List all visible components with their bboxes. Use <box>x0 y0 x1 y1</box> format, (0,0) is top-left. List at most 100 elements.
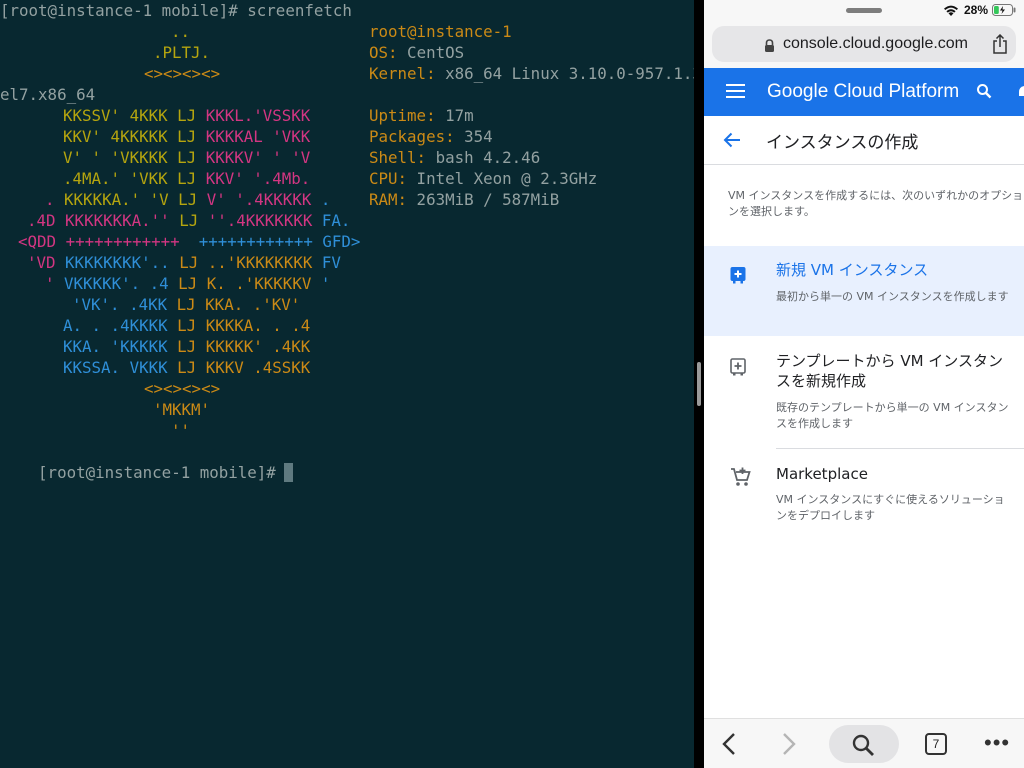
logo-segment: LJ <box>178 190 207 209</box>
logo-line: V' ' 'VKKKK LJ KKKKV' ' 'V <box>63 147 310 168</box>
wifi-icon <box>944 5 958 16</box>
hamburger-menu-icon[interactable] <box>726 83 746 99</box>
logo-segment: ..'KKKKKKKK <box>207 253 322 272</box>
logo-segment: LJ <box>177 169 206 188</box>
logo-segment: V' '.4KKKKK <box>206 190 321 209</box>
address-bar[interactable]: console.cloud.google.com <box>712 26 1016 62</box>
option-title: テンプレートから VM インスタンスを新規作成 <box>776 352 1003 390</box>
back-arrow-icon[interactable] <box>723 131 741 149</box>
logo-line: '' <box>171 420 190 441</box>
toolbar-search-button[interactable] <box>829 725 899 763</box>
logo-segment: VKKKKK'. .4 <box>64 274 179 293</box>
logo-segment: LJ <box>177 127 206 146</box>
logo-segment: .4MA.' 'VKK <box>63 169 178 188</box>
info-key: Kernel: <box>369 64 436 83</box>
page-subheader: インスタンスの作成 <box>704 116 1024 165</box>
logo-line: .. <box>171 21 190 42</box>
logo-segment: ''.4KKKKKKK <box>207 211 322 230</box>
status-bar: 28% <box>704 0 1024 22</box>
logo-segment: 'VK'. .4KK <box>72 295 177 314</box>
logo-segment: . <box>320 190 331 209</box>
terminal-cursor <box>283 463 293 482</box>
info-value: x86_64 Linux 3.10.0-957.1.3. <box>435 64 694 83</box>
url-text: console.cloud.google.com <box>783 35 969 52</box>
prompt-text: [root@instance-1 mobile]# <box>38 463 276 482</box>
logo-line: .4MA.' 'VKK LJ KKV' '.4Mb. <box>63 168 310 189</box>
gcp-app-title[interactable]: Google Cloud Platform <box>767 81 959 103</box>
browser-address-area: console.cloud.google.com <box>704 22 1024 68</box>
terminal-prompt[interactable]: [root@instance-1 mobile]# <box>0 441 293 504</box>
share-icon[interactable] <box>992 34 1008 54</box>
option-new-vm-instance[interactable]: 新規 VM インスタンス 最初から単一の VM インスタンスを作成します <box>704 246 1024 336</box>
logo-segment: LJ <box>176 295 206 314</box>
logo-segment: KKKKKKKK'.. <box>65 253 180 272</box>
logo-segment: KKA. .'KV' <box>205 295 301 314</box>
notifications-icon[interactable] <box>1018 84 1024 100</box>
logo-segment: GFD> <box>322 232 361 251</box>
logo-line: . KKKKKA.' 'V LJ V' '.4KKKKK . <box>45 189 330 210</box>
info-line: OS: CentOS <box>369 42 464 63</box>
logo-segment: <><><><> <box>144 64 221 83</box>
lock-icon <box>765 39 774 52</box>
split-view-divider <box>694 0 704 768</box>
back-icon[interactable] <box>722 732 736 756</box>
info-key: Packages: <box>369 127 455 146</box>
info-key: CPU: <box>369 169 408 188</box>
info-line: Packages: 354 <box>369 126 493 147</box>
logo-segment: KKKKK' .4KK <box>205 337 311 356</box>
option-description: 最初から単一の VM インスタンスを作成します <box>776 290 1009 303</box>
battery-percent: 28% <box>964 3 989 17</box>
multitask-pill[interactable] <box>846 8 882 13</box>
logo-segment: <QDD <box>18 232 66 251</box>
option-title: Marketplace <box>776 465 868 483</box>
option-marketplace[interactable]: Marketplace VM インスタンスにすぐに使えるソリューションをデプロイ… <box>704 448 1024 558</box>
logo-segment: KKSSA. VKKK <box>63 358 178 377</box>
logo-line: .PLTJ. <box>153 42 210 63</box>
logo-line: 'MKKM' <box>153 399 210 420</box>
tabs-button[interactable]: 7 <box>925 733 947 755</box>
browser-window: 28% console.cloud.google.com Google Clou… <box>704 0 1024 768</box>
browser-toolbar: 7 ••• <box>704 718 1024 768</box>
logo-segment: <><><><> <box>144 379 221 398</box>
logo-line: KKA. 'KKKKK LJ KKKKK' .4KK <box>63 336 310 357</box>
logo-segment: K. .'KKKKKV <box>206 274 321 293</box>
info-key: RAM: <box>369 190 408 209</box>
logo-segment: KKKKKA.' 'V <box>64 190 179 209</box>
info-line: Shell: bash 4.2.46 <box>369 147 540 168</box>
info-line: Kernel: x86_64 Linux 3.10.0-957.1.3. <box>369 63 694 84</box>
template-add-icon <box>730 358 746 376</box>
option-description: VM インスタンスにすぐに使えるソリューションをデプロイします <box>776 493 1005 522</box>
gcp-header-bar: Google Cloud Platform <box>704 68 1024 116</box>
split-view-handle[interactable] <box>697 362 701 406</box>
logo-line: 'VK'. .4KK LJ KKA. .'KV' <box>72 294 300 315</box>
logo-segment: A. . .4KKKK <box>63 316 178 335</box>
logo-line: el7.x86_64 <box>0 84 95 105</box>
option-from-template[interactable]: テンプレートから VM インスタンスを新規作成 既存のテンプレートから単一の V… <box>704 336 1024 449</box>
info-host: root@instance-1 <box>369 22 512 41</box>
logo-segment: .PLTJ. <box>153 43 211 62</box>
logo-line: <><><><> <box>144 378 220 399</box>
logo-segment: el7.x86_64 <box>0 85 96 104</box>
terminal-window[interactable]: [root@instance-1 mobile]# screenfetch ..… <box>0 0 694 768</box>
logo-segment: LJ <box>177 316 206 335</box>
info-key: Shell: <box>369 148 427 167</box>
logo-segment: V' ' 'VKKKK <box>63 148 178 167</box>
logo-segment: '' <box>171 421 191 440</box>
logo-line: KKSSV' 4KKK LJ KKKL.'VSSKK <box>63 105 310 126</box>
logo-segment: LJ <box>177 337 206 356</box>
logo-segment: .. <box>171 22 191 41</box>
intro-text: VM インスタンスを作成するには、次のいずれかのオプションを選択します。 <box>728 189 1024 218</box>
logo-segment: LJ <box>177 358 206 377</box>
info-key: OS: <box>369 43 398 62</box>
search-icon[interactable] <box>976 83 992 99</box>
logo-segment: KKKL.'VSSKK <box>205 106 311 125</box>
logo-segment: KKSSV' 4KKK <box>63 106 178 125</box>
logo-segment: ' <box>45 274 65 293</box>
logo-segment: 'VD <box>27 253 66 272</box>
logo-segment: .4D <box>27 211 66 230</box>
info-value: CentOS <box>397 43 465 62</box>
more-options-icon[interactable]: ••• <box>984 732 1010 754</box>
logo-segment: KKKKA. . .4 <box>205 316 311 335</box>
logo-segment: KKKKAL 'VKK <box>205 127 311 146</box>
logo-segment: LJ <box>178 274 207 293</box>
